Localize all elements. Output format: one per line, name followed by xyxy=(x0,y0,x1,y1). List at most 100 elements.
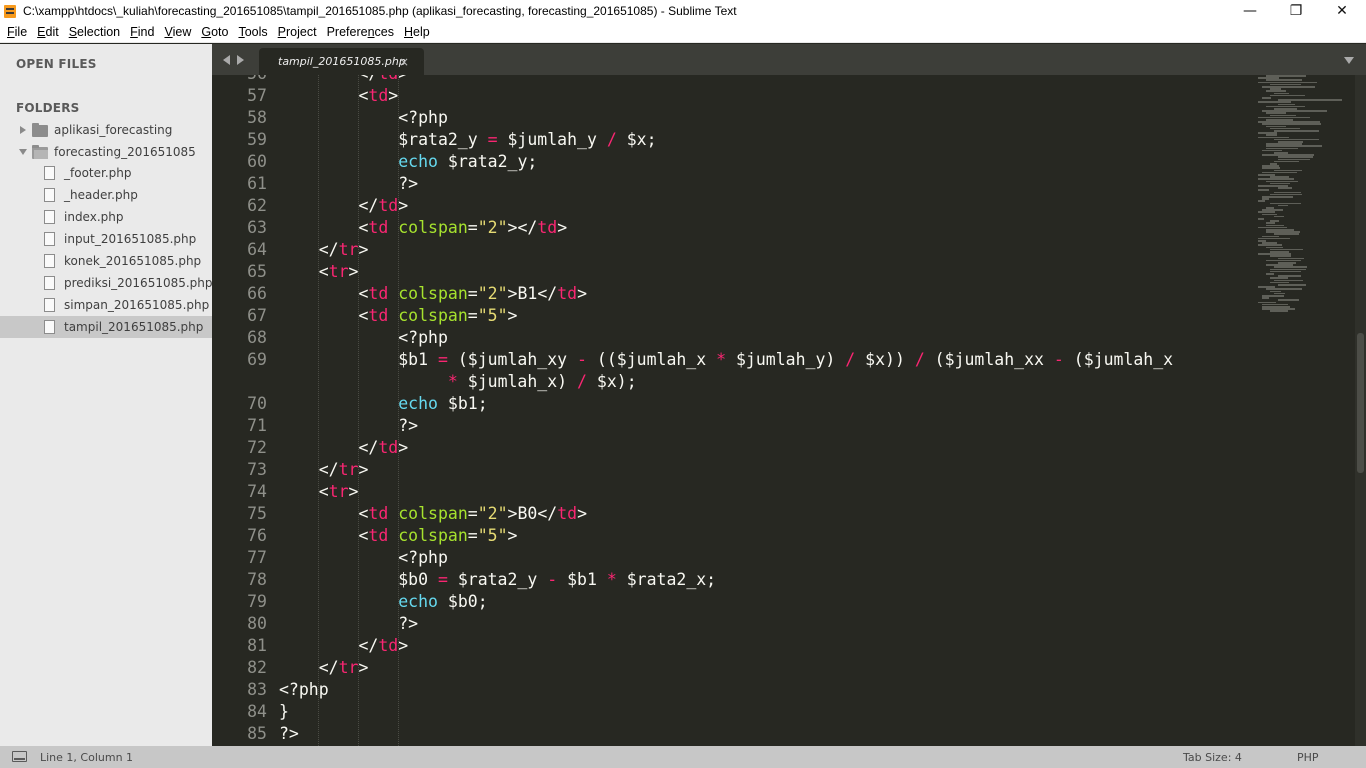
file-icon xyxy=(44,232,55,246)
file-row-index.php[interactable]: index.php xyxy=(0,206,212,228)
file-row-konek_201651085.php[interactable]: konek_201651085.php xyxy=(0,250,212,272)
tab-nav-left-icon[interactable] xyxy=(223,55,230,65)
folders-header: FOLDERS xyxy=(16,101,80,115)
folder-icon xyxy=(32,123,48,137)
line-number: 69 xyxy=(247,350,267,369)
code-line: <?php xyxy=(279,548,448,567)
minimap-line xyxy=(1270,310,1288,312)
file-label: index.php xyxy=(64,210,124,224)
indent-guide xyxy=(398,75,399,746)
minimap-line xyxy=(1274,130,1320,132)
minimize-button[interactable]: — xyxy=(1227,0,1273,22)
menu-item-goto[interactable]: Goto xyxy=(196,25,233,39)
disclosure-expanded-icon[interactable] xyxy=(19,149,27,155)
line-number: 73 xyxy=(247,460,267,479)
minimap-line xyxy=(1262,97,1271,99)
code-line: $b0 = $rata2_y - $b1 * $rata2_x; xyxy=(279,570,717,589)
code-line: } xyxy=(279,702,289,721)
sublime-app-icon xyxy=(4,4,16,18)
menu-item-view[interactable]: View xyxy=(159,25,196,39)
line-number: 58 xyxy=(247,108,267,127)
minimap-line xyxy=(1262,297,1269,299)
folder-row-forecasting_201651085[interactable]: forecasting_201651085 xyxy=(0,141,212,163)
file-row-prediksi_201651085.php[interactable]: prediksi_201651085.php xyxy=(0,272,213,294)
syntax-indicator[interactable]: PHP xyxy=(1297,751,1319,764)
code-line: <td colspan="2">B1</td> xyxy=(279,284,587,303)
menu-item-edit[interactable]: Edit xyxy=(32,25,64,39)
minimap[interactable] xyxy=(1258,75,1353,315)
vertical-scrollbar[interactable] xyxy=(1355,75,1366,746)
file-icon xyxy=(44,166,55,180)
line-number: 70 xyxy=(247,394,267,413)
menu-item-file[interactable]: File xyxy=(2,25,32,39)
menu-bar: File Edit Selection Find View Goto Tools Projec… xyxy=(0,22,1366,43)
code-line: </tr> xyxy=(279,240,369,259)
line-number: 62 xyxy=(247,196,267,215)
file-row-input_201651085.php[interactable]: input_201651085.php xyxy=(0,228,212,250)
line-number: 74 xyxy=(247,482,267,501)
line-number: 85 xyxy=(247,724,267,743)
cursor-position[interactable]: Line 1, Column 1 xyxy=(40,751,133,764)
file-icon xyxy=(44,188,55,202)
menu-item-project[interactable]: Project xyxy=(273,25,322,39)
line-number: 76 xyxy=(247,526,267,545)
file-label: _header.php xyxy=(64,188,138,202)
folder-row-aplikasi_forecasting[interactable]: aplikasi_forecasting xyxy=(0,119,212,141)
line-number: 67 xyxy=(247,306,267,325)
code-line: </tr> xyxy=(279,658,369,677)
menu-item-help[interactable]: Help xyxy=(399,25,435,39)
tab-tampil[interactable]: tampil_201651085.php × xyxy=(259,48,424,75)
code-line: <?php xyxy=(279,680,329,699)
minimap-line xyxy=(1270,94,1306,97)
tab-size-indicator[interactable]: Tab Size: 4 xyxy=(1183,751,1242,764)
file-label: konek_201651085.php xyxy=(64,254,202,268)
file-label: simpan_201651085.php xyxy=(64,298,210,312)
tab-close-icon[interactable]: × xyxy=(399,55,409,69)
indent-guide xyxy=(358,75,359,746)
indent-guide xyxy=(318,75,319,746)
line-number-gutter: 5657 58 59 60 61 62 63 64 65 66 67 68 69 70 71 72 73 74 75… xyxy=(212,75,274,746)
disclosure-collapsed-icon[interactable] xyxy=(20,126,26,134)
line-number: 82 xyxy=(247,658,267,677)
file-icon xyxy=(44,298,55,312)
file-icon xyxy=(44,320,55,334)
tab-bar: tampil_201651085.php × xyxy=(212,44,1366,75)
code-line: <?php xyxy=(279,328,448,347)
console-toggle-icon[interactable] xyxy=(12,751,27,762)
line-number: 56 xyxy=(217,75,267,85)
code-line: </td> xyxy=(279,438,409,457)
tab-menu-chevron-down-icon[interactable] xyxy=(1344,57,1354,64)
line-number: 79 xyxy=(247,592,267,611)
code-line: <td colspan="2"></td> xyxy=(279,218,568,237)
line-number: 72 xyxy=(247,438,267,457)
menu-item-selection[interactable]: Selection xyxy=(64,25,125,39)
file-row-tampil_201651085.php[interactable]: tampil_201651085.php xyxy=(0,316,212,338)
line-number: 61 xyxy=(247,174,267,193)
file-label: input_201651085.php xyxy=(64,232,197,246)
menu-item-find[interactable]: Find xyxy=(125,25,159,39)
code-line: ?> xyxy=(279,724,299,743)
code-line: $b1 = ($jumlah_xy - (($jumlah_x * $jumla… xyxy=(279,350,1174,369)
file-row-_footer.php[interactable]: _footer.php xyxy=(0,162,212,184)
code-line: <?php xyxy=(279,108,448,127)
scrollbar-thumb[interactable] xyxy=(1357,333,1364,473)
code-editor[interactable]: 5657 58 59 60 61 62 63 64 65 66 67 68 69 70 71 72 73 74 75… xyxy=(212,75,1366,746)
close-button[interactable]: ✕ xyxy=(1319,0,1365,22)
minimap-line xyxy=(1258,218,1265,220)
maximize-button[interactable]: ❐ xyxy=(1273,0,1319,22)
code-line: $rata2_y = $jumlah_y / $x; xyxy=(279,130,657,149)
file-row-_header.php[interactable]: _header.php xyxy=(0,184,212,206)
code-line: </tr> xyxy=(279,460,369,479)
tab-nav-right-icon[interactable] xyxy=(237,55,244,65)
menu-item-tools[interactable]: Tools xyxy=(233,25,272,39)
folder-open-icon xyxy=(32,145,48,159)
folder-label: forecasting_201651085 xyxy=(54,145,196,159)
file-row-simpan_201651085.php[interactable]: simpan_201651085.php xyxy=(0,294,212,316)
line-number: 57 xyxy=(247,86,267,105)
line-number: 66 xyxy=(247,284,267,303)
line-number: 75 xyxy=(247,504,267,523)
status-bar: Line 1, Column 1 Tab Size: 4 PHP xyxy=(0,746,1366,768)
window-title: C:\xampp\htdocs\_kuliah\forecasting_2016… xyxy=(23,4,737,18)
menu-item-preferences[interactable]: Preferences xyxy=(322,25,399,39)
line-number: 78 xyxy=(247,570,267,589)
